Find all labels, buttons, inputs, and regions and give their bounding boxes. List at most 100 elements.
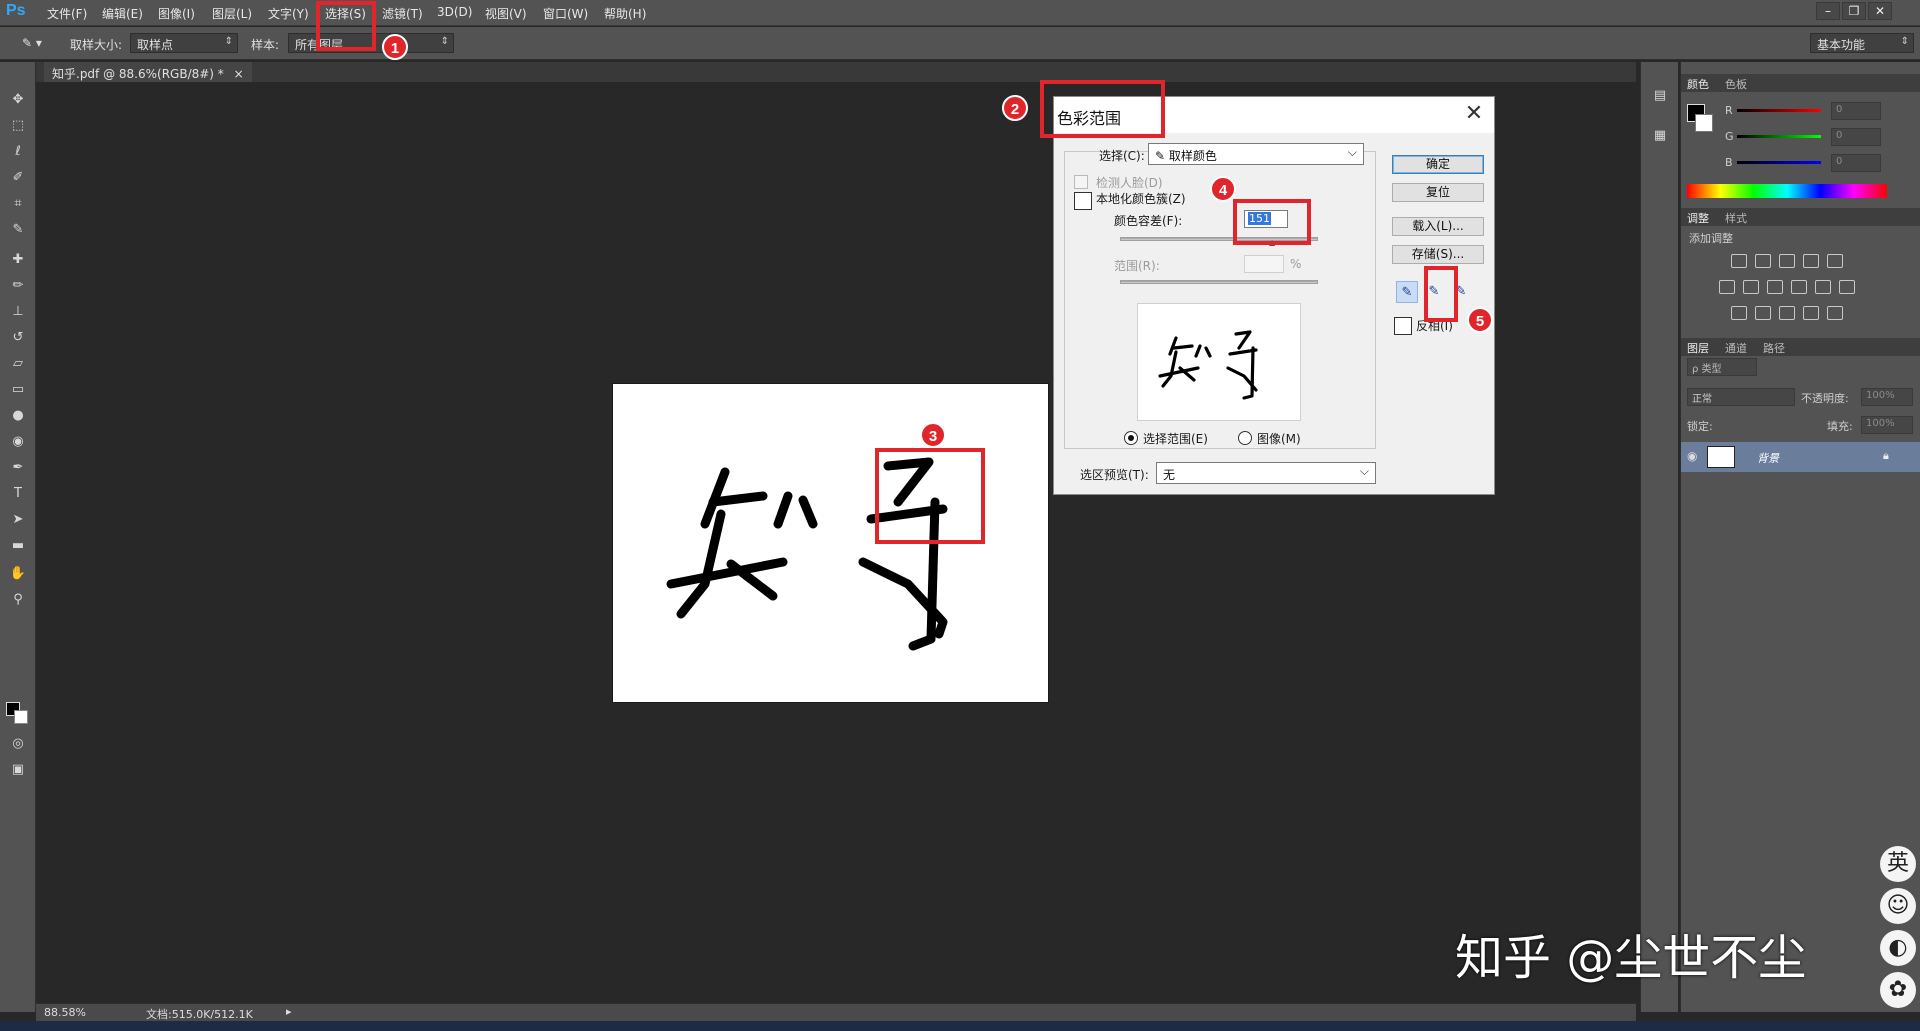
gradient-map-icon[interactable] [1827,306,1843,320]
channel-r-slider[interactable] [1737,109,1821,112]
tab-channels[interactable]: 通道 [1725,340,1747,356]
close-icon[interactable]: ✕ [1868,2,1892,20]
localized-clusters-checkbox[interactable] [1074,192,1092,210]
move-tool-icon[interactable]: ✥ [8,90,28,110]
save-button[interactable]: 存储(S)... [1392,245,1484,264]
fill-field[interactable]: 100% [1861,416,1913,434]
document-tab[interactable]: 知乎.pdf @ 88.6%(RGB/8#) * × [44,62,252,82]
exposure-icon[interactable] [1803,254,1819,268]
color-bg-swatch[interactable] [1695,114,1713,132]
document-tab-close-icon[interactable]: × [234,67,244,81]
channel-r-value[interactable]: 0 [1831,102,1881,120]
visibility-eye-icon[interactable]: ◉ [1687,449,1697,463]
menu-3d[interactable]: 3D(D) [437,5,472,19]
side-bubble-1[interactable]: 英 [1880,846,1916,882]
menu-window[interactable]: 窗口(W) [543,5,588,22]
brightness-icon[interactable] [1731,254,1747,268]
selective-color-icon[interactable] [1803,306,1819,320]
layer-kind-filter[interactable]: ρ 类型 [1687,358,1757,376]
menu-layer[interactable]: 图层(L) [212,5,252,22]
eyedropper-tool-icon[interactable]: ✎ ▾ [22,36,42,50]
path-select-icon[interactable]: ➤ [8,510,28,530]
quick-select-tool-icon[interactable]: ✐ [8,168,28,188]
side-bubble-4[interactable]: ✿ [1880,972,1916,1008]
curves-icon[interactable] [1779,254,1795,268]
marquee-tool-icon[interactable]: ⬚ [8,116,28,136]
eyedropper-icon[interactable]: ✎ [1396,281,1418,303]
type-tool-icon[interactable]: T [8,484,28,504]
black-white-icon[interactable] [1767,280,1783,294]
eraser-tool-icon[interactable]: ▱ [8,354,28,374]
invert-checkbox[interactable] [1394,317,1412,335]
posterize-icon[interactable] [1755,306,1771,320]
photo-filter-icon[interactable] [1791,280,1807,294]
tab-styles[interactable]: 样式 [1725,210,1747,226]
selection-preview-select[interactable]: 无 [1156,462,1376,484]
blend-mode-select[interactable]: 正常 [1687,388,1795,406]
menu-file[interactable]: 文件(F) [47,5,87,22]
stamp-tool-icon[interactable]: ⊥ [8,302,28,322]
pen-tool-icon[interactable]: ✒ [8,458,28,478]
levels-icon[interactable] [1755,254,1771,268]
history-panel-icon[interactable]: ▤ [1650,86,1670,106]
lasso-tool-icon[interactable]: ℓ [8,142,28,162]
healing-brush-icon[interactable]: ✚ [8,250,28,270]
channel-g-slider[interactable] [1737,135,1821,138]
tab-color[interactable]: 颜色 [1687,76,1709,92]
load-button[interactable]: 载入(L)... [1392,217,1484,236]
restore-icon[interactable]: ❐ [1842,2,1866,20]
invert-icon[interactable] [1731,306,1747,320]
hand-tool-icon[interactable]: ✋ [8,564,28,584]
threshold-icon[interactable] [1779,306,1795,320]
dialog-close-icon[interactable]: ✕ [1459,101,1489,126]
select-dropdown[interactable]: ✎ 取样颜色 [1148,143,1364,165]
color-balance-icon[interactable] [1743,280,1759,294]
properties-panel-icon[interactable]: ▦ [1650,126,1670,146]
history-brush-icon[interactable]: ↺ [8,328,28,348]
crop-tool-icon[interactable]: ⌗ [8,194,28,214]
color-spectrum-bar[interactable] [1687,184,1887,198]
blur-tool-icon[interactable]: ● [8,406,28,426]
opacity-field[interactable]: 100% [1861,388,1913,406]
sample-label: 样本: [251,38,280,52]
dodge-tool-icon[interactable]: ◉ [8,432,28,452]
color-lookup-icon[interactable] [1839,280,1855,294]
workspace-select[interactable]: 基本功能 [1810,33,1914,53]
brush-tool-icon[interactable]: ✏ [8,276,28,296]
menu-type[interactable]: 文字(Y) [268,5,309,22]
tab-swatches[interactable]: 色板 [1725,76,1747,92]
sample-size-select[interactable]: 取样点 [130,33,238,53]
channel-g-value[interactable]: 0 [1831,128,1881,146]
screen-mode-icon[interactable]: ▣ [8,760,28,780]
status-menu-arrow-icon[interactable]: ▸ [286,1005,292,1018]
quick-mask-icon[interactable]: ◎ [8,734,28,754]
menu-view[interactable]: 视图(V) [485,5,527,22]
channel-b-slider[interactable] [1737,161,1821,164]
channel-mixer-icon[interactable] [1815,280,1831,294]
side-bubble-3[interactable]: ◐ [1880,930,1916,966]
radio-image[interactable] [1238,431,1252,445]
menu-image[interactable]: 图像(I) [158,5,195,22]
layer-name[interactable]: 背景 [1757,450,1779,466]
menu-help[interactable]: 帮助(H) [604,5,646,22]
hue-saturation-icon[interactable] [1719,280,1735,294]
side-bubble-2[interactable]: ☺ [1880,888,1916,924]
vibrance-icon[interactable] [1827,254,1843,268]
tab-adjustments[interactable]: 调整 [1687,210,1709,226]
radio-selection[interactable] [1124,431,1138,445]
channel-b-value[interactable]: 0 [1831,154,1881,172]
zoom-level[interactable]: 88.58% [44,1006,86,1019]
shape-tool-icon[interactable]: ▬ [8,536,28,556]
zoom-tool-icon[interactable]: ⚲ [8,590,28,610]
background-color-swatch[interactable] [14,710,28,724]
eyedropper-tool-icon[interactable]: ✎ [8,220,28,240]
menu-edit[interactable]: 编辑(E) [102,5,143,22]
layer-row-background[interactable]: ◉ 背景 🔒︎ [1681,442,1920,472]
tab-layers[interactable]: 图层 [1687,340,1709,356]
tab-paths[interactable]: 路径 [1763,340,1785,356]
menu-filter[interactable]: 滤镜(T) [382,5,423,22]
reset-button[interactable]: 复位 [1392,183,1484,202]
gradient-tool-icon[interactable]: ▭ [8,380,28,400]
minimize-icon[interactable]: – [1816,2,1840,20]
ok-button[interactable]: 确定 [1392,155,1484,174]
